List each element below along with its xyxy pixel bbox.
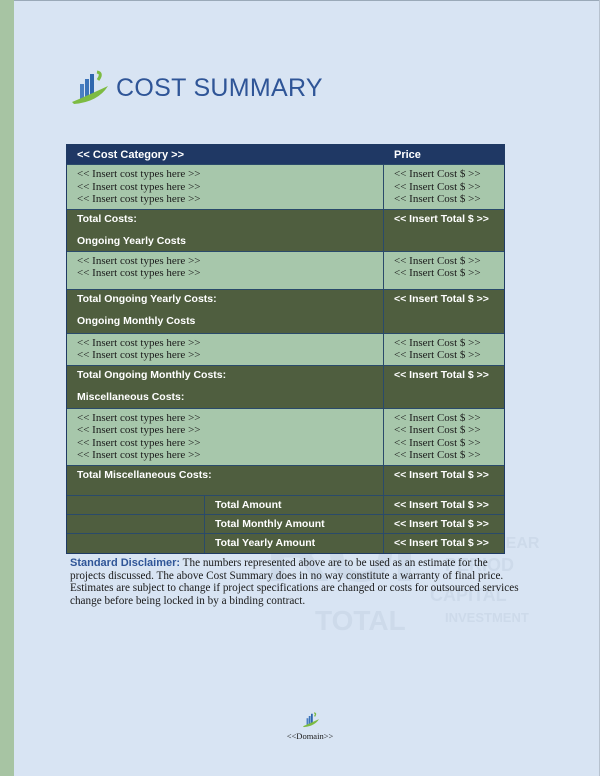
cost-type-cell[interactable]: << Insert cost types here >> (77, 168, 383, 181)
section-heading: Ongoing Monthly Costs (77, 314, 196, 327)
cost-items-row: << Insert cost types here >> << Insert c… (67, 165, 504, 210)
cost-summary-table: << Cost Category >> Price << Insert cost… (66, 144, 505, 554)
cost-price-cell[interactable]: << Insert Cost $ >> (394, 412, 504, 425)
summary-value[interactable]: << Insert Total $ >> (394, 518, 489, 530)
cost-type-cell[interactable]: << Insert cost types here >> (77, 193, 383, 206)
standard-disclaimer: Standard Disclaimer: The numbers represe… (70, 557, 520, 607)
summary-row-total-amount: Total Amount << Insert Total $ >> (67, 495, 504, 515)
cost-type-cell[interactable]: << Insert cost types here >> (77, 255, 383, 268)
cost-price-cell[interactable]: << Insert Cost $ >> (394, 349, 504, 362)
summary-row-total-yearly-amount: Total Yearly Amount << Insert Total $ >> (67, 533, 504, 553)
cost-price-cell[interactable]: << Insert Cost $ >> (394, 449, 504, 462)
summary-value[interactable]: << Insert Total $ >> (394, 499, 489, 511)
total-label: Total Miscellaneous Costs: (77, 468, 212, 481)
total-label: Total Ongoing Yearly Costs: (77, 292, 217, 305)
cost-price-cell[interactable]: << Insert Cost $ >> (394, 168, 504, 181)
column-header-cost-category: << Cost Category >> (77, 148, 184, 161)
cost-type-cell[interactable]: << Insert cost types here >> (77, 449, 383, 462)
table-header-row: << Cost Category >> Price (67, 145, 504, 165)
total-row: Total Ongoing Monthly Costs: Miscellaneo… (67, 365, 504, 409)
bar-chart-swoosh-icon (72, 70, 108, 104)
cost-price-cell[interactable]: << Insert Cost $ >> (394, 337, 504, 350)
total-row: Total Ongoing Yearly Costs: Ongoing Mont… (67, 289, 504, 334)
section-heading: Miscellaneous Costs: (77, 390, 185, 403)
summary-label: Total Monthly Amount (205, 514, 384, 533)
summary-label: Total Amount (205, 495, 384, 514)
total-value[interactable]: << Insert Total $ >> (394, 369, 504, 381)
footer-domain[interactable]: <<Domain>> (260, 731, 360, 741)
cost-price-cell[interactable]: << Insert Cost $ >> (394, 437, 504, 450)
total-row: Total Costs: Ongoing Yearly Costs << Ins… (67, 209, 504, 252)
summary-spacer-cell (67, 514, 205, 533)
section-heading: Ongoing Yearly Costs (77, 234, 186, 247)
cost-items-row: << Insert cost types here >> << Insert c… (67, 333, 504, 366)
left-accent-stripe (0, 0, 14, 776)
cost-type-cell[interactable]: << Insert cost types here >> (77, 424, 383, 437)
footer-logo-icon (303, 712, 319, 728)
summary-label: Total Yearly Amount (205, 533, 384, 553)
cost-price-cell[interactable]: << Insert Cost $ >> (394, 424, 504, 437)
cost-items-row: << Insert cost types here >> << Insert c… (67, 408, 504, 466)
summary-spacer-cell (67, 533, 205, 553)
cost-price-cell[interactable]: << Insert Cost $ >> (394, 193, 504, 206)
page-title: COST SUMMARY (116, 74, 323, 102)
total-value[interactable]: << Insert Total $ >> (394, 213, 504, 225)
cost-price-cell[interactable]: << Insert Cost $ >> (394, 181, 504, 194)
watermark-word: TOTAL (315, 605, 406, 636)
total-label: Total Costs: (77, 212, 137, 225)
summary-value[interactable]: << Insert Total $ >> (394, 537, 489, 549)
cost-type-cell[interactable]: << Insert cost types here >> (77, 181, 383, 194)
column-header-price: Price (394, 148, 421, 161)
disclaimer-label: Standard Disclaimer: (70, 557, 181, 569)
cost-type-cell[interactable]: << Insert cost types here >> (77, 349, 383, 362)
cost-type-cell[interactable]: << Insert cost types here >> (77, 412, 383, 425)
cost-items-row: << Insert cost types here >> << Insert c… (67, 251, 504, 290)
cost-type-cell[interactable]: << Insert cost types here >> (77, 337, 383, 350)
total-value[interactable]: << Insert Total $ >> (394, 293, 504, 305)
summary-spacer-cell (67, 495, 205, 514)
cost-price-cell[interactable]: << Insert Cost $ >> (394, 255, 504, 268)
cost-type-cell[interactable]: << Insert cost types here >> (77, 267, 383, 280)
total-label: Total Ongoing Monthly Costs: (77, 368, 227, 381)
watermark-word: INVESTMENT (445, 610, 529, 625)
summary-row-total-monthly-amount: Total Monthly Amount << Insert Total $ >… (67, 514, 504, 534)
cost-price-cell[interactable]: << Insert Cost $ >> (394, 267, 504, 280)
page-top-border (0, 0, 600, 1)
cost-type-cell[interactable]: << Insert cost types here >> (77, 437, 383, 450)
total-value[interactable]: << Insert Total $ >> (394, 469, 504, 481)
total-row: Total Miscellaneous Costs: << Insert Tot… (67, 465, 504, 496)
